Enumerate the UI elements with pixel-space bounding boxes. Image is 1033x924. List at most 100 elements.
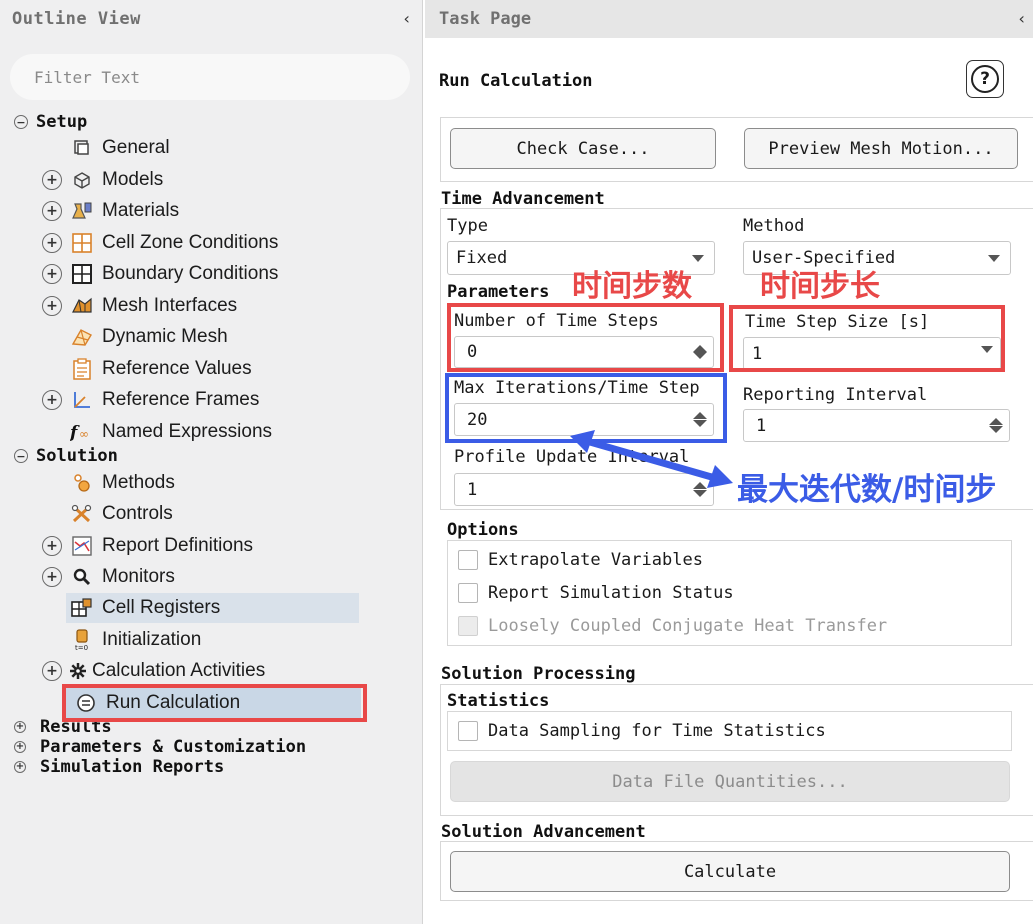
dynamic-mesh-icon bbox=[70, 325, 94, 349]
svg-text:∞: ∞ bbox=[79, 427, 89, 441]
reporting-interval-input[interactable]: 1 bbox=[743, 409, 1010, 442]
tree-label: Methods bbox=[102, 472, 175, 493]
tree-item-reference-frames[interactable]: + Reference Frames bbox=[42, 385, 259, 415]
tree-item-parameters-customization[interactable]: + Parameters & Customization bbox=[14, 736, 306, 758]
data-sampling-checkbox[interactable]: Data Sampling for Time Statistics bbox=[458, 721, 826, 741]
profile-update-value: 1 bbox=[467, 479, 478, 500]
outline-title: Outline View bbox=[12, 9, 141, 29]
options-title: Options bbox=[447, 520, 519, 540]
type-label: Type bbox=[447, 216, 488, 236]
outline-collapse-icon[interactable]: ‹ bbox=[402, 9, 412, 28]
collapse-icon[interactable]: − bbox=[14, 115, 28, 129]
tree-item-boundary-conditions[interactable]: + Boundary Conditions bbox=[42, 259, 278, 289]
checkbox-label: Loosely Coupled Conjugate Heat Transfer bbox=[488, 616, 888, 636]
extrapolate-variables-checkbox[interactable]: Extrapolate Variables bbox=[458, 550, 703, 570]
tree-item-models[interactable]: + Models bbox=[42, 165, 163, 195]
tree-item-mesh-interfaces[interactable]: + Mesh Interfaces bbox=[42, 291, 237, 321]
methods-icon bbox=[70, 471, 94, 495]
tree-item-cell-registers[interactable]: Cell Registers bbox=[70, 593, 220, 623]
calculate-button[interactable]: Calculate bbox=[450, 851, 1010, 892]
cell-zone-icon bbox=[70, 231, 94, 255]
expand-icon[interactable]: + bbox=[42, 567, 62, 587]
expand-icon[interactable]: + bbox=[14, 761, 26, 773]
tree-item-cell-zone-conditions[interactable]: + Cell Zone Conditions bbox=[42, 228, 278, 258]
tree-label: Models bbox=[102, 169, 164, 190]
tree-item-solution[interactable]: − Solution bbox=[14, 441, 118, 471]
outline-view-panel: Outline View ‹ Filter Text − Setup Gener… bbox=[0, 0, 423, 924]
expand-icon[interactable]: + bbox=[42, 536, 62, 556]
checkbox-icon[interactable] bbox=[458, 550, 478, 570]
filter-input[interactable]: Filter Text bbox=[10, 54, 410, 100]
tree-label: Calculation Activities bbox=[92, 660, 266, 681]
solution-advancement-title: Solution Advancement bbox=[441, 822, 646, 842]
method-label: Method bbox=[743, 216, 805, 236]
tree-label: Report Definitions bbox=[102, 535, 254, 556]
report-definitions-icon bbox=[70, 534, 94, 558]
tree-label: Parameters & Customization bbox=[40, 737, 307, 757]
annotation-num-steps-box bbox=[447, 303, 724, 372]
tree-label: Cell Registers bbox=[102, 597, 221, 618]
models-icon bbox=[70, 168, 94, 192]
reference-frames-icon bbox=[70, 388, 94, 412]
reporting-interval-label: Reporting Interval bbox=[743, 385, 928, 405]
expand-icon[interactable]: + bbox=[42, 170, 62, 190]
outline-header: Outline View ‹ bbox=[0, 0, 423, 38]
expand-icon[interactable]: + bbox=[14, 741, 26, 753]
tree-label: Reference Values bbox=[102, 358, 252, 379]
checkbox-icon[interactable] bbox=[458, 721, 478, 741]
tree-label: General bbox=[102, 137, 170, 158]
boundary-icon bbox=[70, 262, 94, 286]
checkbox-icon[interactable] bbox=[458, 583, 478, 603]
tree-item-monitors[interactable]: + Monitors bbox=[42, 562, 175, 592]
annotation-step-size-label: 时间步长 bbox=[760, 269, 880, 304]
tree-item-initialization[interactable]: t=0 Initialization bbox=[70, 625, 201, 655]
mesh-interfaces-icon bbox=[70, 294, 94, 318]
tree-item-general[interactable]: General bbox=[70, 133, 170, 163]
annotation-double-arrow-icon bbox=[570, 430, 733, 488]
tree-item-reference-values[interactable]: Reference Values bbox=[70, 354, 252, 384]
expand-icon[interactable]: + bbox=[42, 233, 62, 253]
collapse-icon[interactable]: − bbox=[14, 449, 28, 463]
task-collapse-icon[interactable]: ‹ bbox=[1017, 9, 1027, 28]
tree-label: Setup bbox=[36, 112, 88, 132]
checkbox-label: Extrapolate Variables bbox=[488, 550, 703, 570]
expand-icon[interactable]: + bbox=[42, 296, 62, 316]
tree-item-controls[interactable]: Controls bbox=[70, 499, 173, 529]
tree-label: Cell Zone Conditions bbox=[102, 232, 279, 253]
gear-icon bbox=[70, 659, 86, 683]
expand-icon[interactable]: + bbox=[42, 201, 62, 221]
tree-label: Materials bbox=[102, 200, 180, 221]
solution-processing-title: Solution Processing bbox=[441, 664, 636, 684]
tree-item-report-definitions[interactable]: + Report Definitions bbox=[42, 531, 253, 561]
expand-icon[interactable]: + bbox=[42, 264, 62, 284]
parameters-title: Parameters bbox=[447, 282, 550, 302]
task-header: Task Page ‹ bbox=[425, 0, 1033, 38]
spin-up-icon[interactable] bbox=[989, 418, 1003, 425]
tree-item-dynamic-mesh[interactable]: Dynamic Mesh bbox=[70, 322, 228, 352]
help-icon: ? bbox=[971, 65, 999, 93]
tree-label: Simulation Reports bbox=[40, 757, 225, 777]
report-simulation-status-checkbox[interactable]: Report Simulation Status bbox=[458, 583, 734, 603]
tree-item-materials[interactable]: + Materials bbox=[42, 196, 179, 226]
spin-down-icon[interactable] bbox=[989, 426, 1003, 433]
tree-label: Mesh Interfaces bbox=[102, 295, 238, 316]
check-case-button[interactable]: Check Case... bbox=[450, 128, 716, 169]
checkbox-label: Report Simulation Status bbox=[488, 583, 734, 603]
tree-item-simulation-reports[interactable]: + Simulation Reports bbox=[14, 756, 224, 778]
preview-mesh-motion-button[interactable]: Preview Mesh Motion... bbox=[744, 128, 1018, 169]
checkbox-label: Data Sampling for Time Statistics bbox=[488, 721, 826, 741]
cell-registers-icon bbox=[70, 596, 94, 620]
expand-icon[interactable]: + bbox=[14, 721, 26, 733]
tree-item-calculation-activities[interactable]: + Calculation Activities bbox=[42, 656, 265, 686]
initialization-icon: t=0 bbox=[70, 628, 94, 652]
task-title: Task Page bbox=[439, 9, 532, 29]
expand-icon[interactable]: + bbox=[42, 661, 62, 681]
tree-label: Dynamic Mesh bbox=[102, 326, 228, 347]
tree-item-methods[interactable]: Methods bbox=[70, 468, 175, 498]
help-button[interactable]: ? bbox=[966, 60, 1004, 98]
controls-icon bbox=[70, 502, 94, 526]
tree-label: Boundary Conditions bbox=[102, 263, 279, 284]
reference-values-icon bbox=[70, 357, 94, 381]
expand-icon[interactable]: + bbox=[42, 390, 62, 410]
chevron-down-icon bbox=[692, 255, 704, 262]
